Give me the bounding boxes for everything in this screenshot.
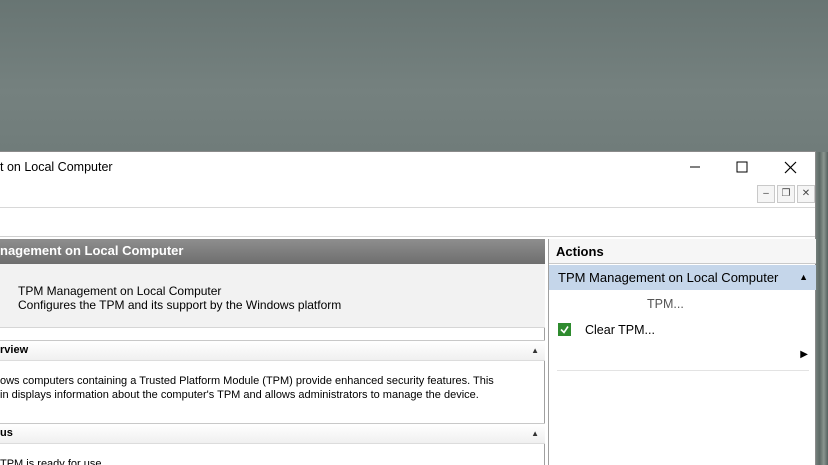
pane-header: nagement on Local Computer: [0, 239, 545, 264]
action-separator: [557, 370, 809, 371]
action-clear-tpm[interactable]: Clear TPM...: [549, 318, 816, 342]
prepare-tpm-icon: [557, 296, 572, 311]
overview-heading: rview: [0, 344, 29, 356]
close-icon: [784, 161, 796, 173]
minimize-icon: [690, 166, 700, 168]
toolbar: [0, 209, 815, 237]
actions-pane: Actions TPM Management on Local Computer…: [548, 239, 816, 465]
status-section-header[interactable]: us ▲: [0, 423, 545, 444]
overview-text-line1: ows computers containing a Trusted Platf…: [0, 375, 494, 387]
mdi-controls: – ❐ ✕: [757, 185, 815, 203]
action-label: TPM...: [647, 297, 684, 311]
close-button[interactable]: [767, 152, 813, 182]
desktop-background: [0, 0, 828, 152]
overview-text-line2: in displays information about the comput…: [0, 389, 479, 401]
action-view-submenu[interactable]: ▶: [549, 343, 816, 367]
intro-description: Configures the TPM and its support by th…: [18, 298, 342, 312]
action-label: Clear TPM...: [585, 323, 655, 337]
actions-title: Actions: [549, 239, 816, 264]
main-pane: nagement on Local Computer TPM Managemen…: [0, 239, 545, 465]
mdi-close-button[interactable]: ✕: [797, 185, 815, 203]
minimize-button[interactable]: [672, 152, 718, 182]
intro-title: TPM Management on Local Computer: [18, 284, 222, 298]
action-prepare-tpm[interactable]: TPM...: [549, 292, 816, 316]
desktop-background-strip: [814, 152, 828, 465]
maximize-icon: [736, 161, 748, 173]
overview-section-header[interactable]: rview ▲: [0, 340, 545, 361]
collapse-up-icon[interactable]: ▲: [531, 424, 539, 443]
menu-bar: – ❐ ✕: [0, 182, 815, 208]
title-bar[interactable]: t on Local Computer: [0, 152, 815, 182]
collapse-up-icon[interactable]: ▲: [531, 341, 539, 360]
status-heading: us: [0, 427, 13, 439]
intro-section: TPM Management on Local Computer Configu…: [0, 264, 545, 328]
tpm-mmc-window: t on Local Computer – ❐ ✕ nagement on Lo…: [0, 151, 816, 465]
mdi-restore-button[interactable]: ❐: [777, 185, 795, 203]
status-text-line1: TPM is ready for use: [0, 458, 102, 465]
window-title: t on Local Computer: [0, 160, 113, 174]
clear-tpm-icon: [558, 323, 571, 336]
mdi-minimize-button[interactable]: –: [757, 185, 775, 203]
collapse-up-icon: ▲: [799, 272, 808, 282]
actions-group-header[interactable]: TPM Management on Local Computer ▲: [549, 265, 816, 290]
actions-group-label: TPM Management on Local Computer: [558, 270, 779, 285]
submenu-arrow-icon: ▶: [800, 349, 808, 360]
maximize-button[interactable]: [719, 152, 765, 182]
